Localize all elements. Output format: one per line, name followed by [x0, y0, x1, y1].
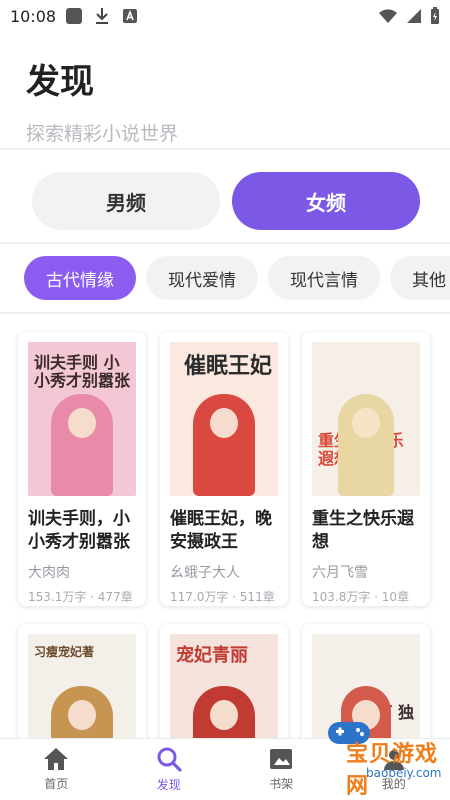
book-title: 重生之快乐遐想 — [312, 509, 414, 552]
bookshelf-icon — [270, 749, 293, 769]
nav-discover[interactable]: 发现 — [113, 739, 226, 800]
cover-figure — [338, 394, 394, 496]
download-icon — [96, 8, 109, 24]
tab-male[interactable]: 男频 — [32, 172, 220, 230]
notification-app-icon — [66, 8, 83, 24]
category-divider — [0, 312, 450, 314]
status-time: 10:08 — [10, 6, 57, 26]
page-title: 发现 — [26, 62, 94, 102]
book-author: 六月飞雪 — [312, 565, 368, 581]
nav-discover-label: 发现 — [156, 778, 181, 792]
book-meta: 117.0万字 · 511章 — [170, 590, 275, 604]
category-tab-other[interactable]: 其他 — [390, 256, 450, 300]
cover-text: 习瘦宠妃著 — [34, 645, 95, 659]
search-icon — [157, 747, 182, 772]
book-meta: 103.8万字 · 10章 — [312, 590, 410, 604]
cover-text: 训夫手则 小小秀才别嚣张 — [34, 353, 131, 390]
wifi-icon — [379, 9, 397, 23]
nav-bookshelf-label: 书架 — [269, 777, 294, 791]
status-right-icons — [378, 7, 440, 25]
home-icon — [44, 748, 69, 770]
page-header: 发现 探索精彩小说世界 — [0, 48, 450, 148]
book-title: 训夫手则，小小秀才别嚣张 — [28, 509, 130, 552]
book-author: 幺蛾子大人 — [170, 565, 240, 581]
watermark-url: baobeiy.com — [366, 766, 442, 780]
book-cover: 重生之 快乐 遐想 — [312, 342, 420, 496]
gender-tabs: 男频 女频 — [32, 172, 420, 230]
gender-divider — [0, 242, 450, 244]
cover-text: 宠妃青丽 — [176, 645, 248, 666]
category-tab-modern-love[interactable]: 现代爱情 — [146, 256, 258, 300]
book-meta: 153.1万字 · 477章 — [28, 590, 133, 604]
tab-female[interactable]: 女频 — [232, 172, 420, 230]
book-card[interactable]: 催眠王妃 催眠王妃，晚安摄政王 幺蛾子大人 117.0万字 · 511章 — [160, 332, 288, 606]
book-card[interactable]: 训夫手则 小小秀才别嚣张 训夫手则，小小秀才别嚣张 大肉肉 153.1万字 · … — [18, 332, 146, 606]
battery-icon — [431, 7, 439, 24]
book-title: 催眠王妃，晚安摄政王 — [170, 509, 272, 552]
header-divider — [0, 148, 450, 150]
book-cover: 训夫手则 小小秀才别嚣张 — [28, 342, 136, 496]
book-author: 大肉肉 — [28, 565, 70, 581]
signal-icon — [407, 9, 421, 23]
cover-text: 催眠王妃 — [183, 353, 272, 379]
category-tabs: 古代情缘 现代爱情 现代言情 其他 — [24, 256, 450, 300]
nav-home[interactable]: 首页 — [0, 739, 113, 800]
nav-home-label: 首页 — [44, 777, 69, 791]
book-card[interactable]: 重生之 快乐 遐想 重生之快乐遐想 六月飞雪 103.8万字 · 10章 — [302, 332, 430, 606]
cover-figure — [193, 394, 255, 496]
category-tab-ancient-romance[interactable]: 古代情缘 — [24, 256, 136, 300]
page-subtitle: 探索精彩小说世界 — [26, 123, 179, 145]
book-cover: 催眠王妃 — [170, 342, 278, 496]
text-icon — [123, 9, 138, 23]
watermark: 宝贝游戏网 baobeiy.com — [296, 706, 446, 799]
status-bar: 10:08 — [0, 0, 450, 32]
category-tab-modern-romance[interactable]: 现代言情 — [268, 256, 380, 300]
status-left-icons — [66, 7, 138, 25]
cover-figure — [51, 394, 113, 496]
